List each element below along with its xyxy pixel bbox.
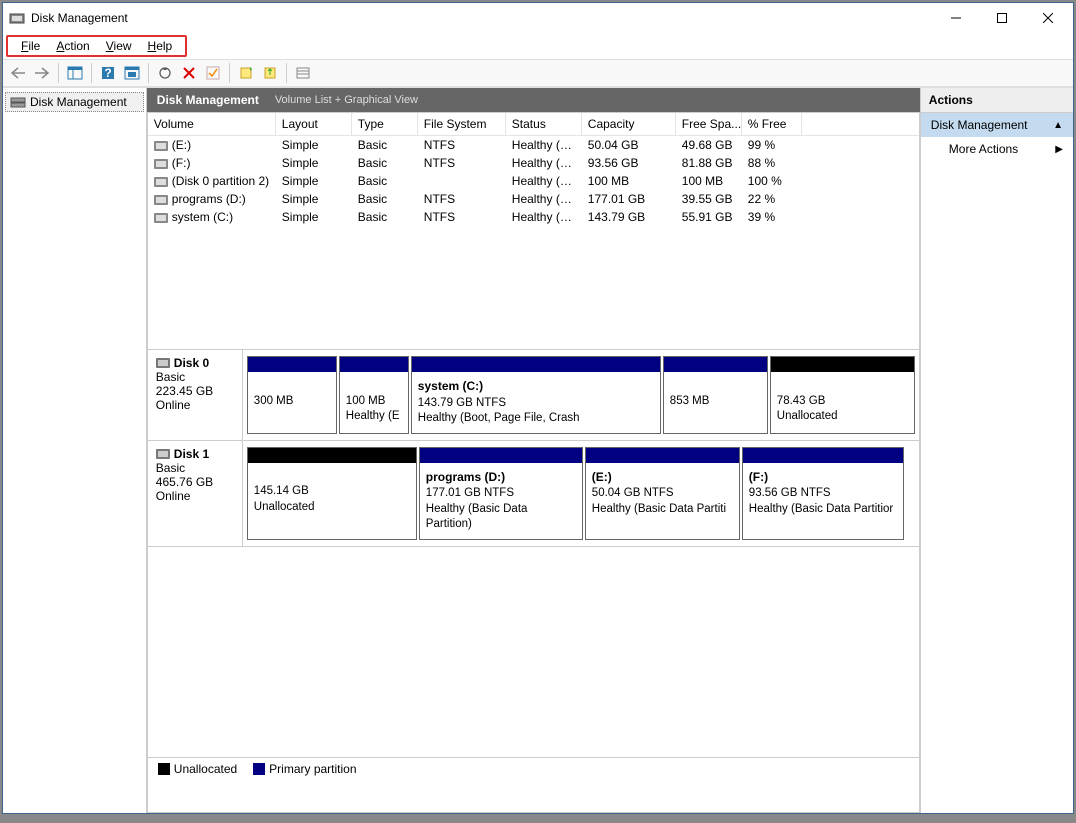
graphical-view: Disk 0Basic223.45 GBOnline300 MB100 MBHe…	[147, 350, 920, 813]
disk-row: Disk 1Basic465.76 GBOnline145.14 GBUnall…	[148, 441, 919, 547]
partition[interactable]: system (C:)143.79 GB NTFSHealthy (Boot, …	[411, 356, 661, 434]
app-icon	[9, 10, 25, 26]
window-title: Disk Management	[31, 11, 933, 25]
partition[interactable]: programs (D:)177.01 GB NTFSHealthy (Basi…	[419, 447, 583, 540]
partition[interactable]: 145.14 GBUnallocated	[247, 447, 417, 540]
attach-icon[interactable]	[259, 62, 281, 84]
menubar-highlight: File Action View Help	[6, 35, 187, 57]
center-title: Disk Management	[157, 93, 259, 107]
partition[interactable]: 853 MB	[663, 356, 768, 434]
disk-info[interactable]: Disk 1Basic465.76 GBOnline	[148, 441, 243, 546]
legend-primary: Primary partition	[253, 762, 356, 776]
window-frame: Disk Management File Action View Help ?	[2, 2, 1074, 814]
menu-action[interactable]: Action	[48, 37, 97, 55]
volume-icon	[154, 177, 168, 187]
volume-icon	[154, 159, 168, 169]
list-icon[interactable]	[292, 62, 314, 84]
toolbar: ?	[3, 59, 1073, 87]
disk-icon	[156, 449, 170, 459]
back-button[interactable]	[7, 62, 29, 84]
col-freespace[interactable]: Free Spa...	[676, 113, 742, 135]
refresh-icon[interactable]	[154, 62, 176, 84]
table-header-row: Volume Layout Type File System Status Ca…	[148, 113, 919, 136]
tree-root-label: Disk Management	[30, 95, 127, 109]
table-row[interactable]: (Disk 0 partition 2)SimpleBasicHealthy (…	[148, 172, 919, 190]
disk-info[interactable]: Disk 0Basic223.45 GBOnline	[148, 350, 243, 440]
volume-icon	[154, 141, 168, 151]
partition[interactable]: 300 MB	[247, 356, 337, 434]
partition[interactable]: (E:)50.04 GB NTFSHealthy (Basic Data Par…	[585, 447, 740, 540]
menu-file[interactable]: File	[13, 37, 48, 55]
disk-icon	[156, 358, 170, 368]
table-row[interactable]: programs (D:)SimpleBasicNTFSHealthy (B..…	[148, 190, 919, 208]
col-volume[interactable]: Volume	[148, 113, 276, 135]
disk-row: Disk 0Basic223.45 GBOnline300 MB100 MBHe…	[148, 350, 919, 441]
tree-root-disk-management[interactable]: Disk Management	[5, 92, 144, 112]
col-filesystem[interactable]: File System	[418, 113, 506, 135]
actions-more[interactable]: More Actions ▶	[921, 137, 1073, 161]
col-layout[interactable]: Layout	[276, 113, 352, 135]
actions-pane: Actions Disk Management ▲ More Actions ▶	[920, 88, 1073, 813]
partition[interactable]: (F:)93.56 GB NTFSHealthy (Basic Data Par…	[742, 447, 904, 540]
actions-disk-management[interactable]: Disk Management ▲	[921, 113, 1073, 137]
delete-icon[interactable]	[178, 62, 200, 84]
center-subtitle: Volume List + Graphical View	[275, 94, 418, 106]
show-hide-tree-button[interactable]	[64, 62, 86, 84]
table-row[interactable]: (E:)SimpleBasicNTFSHealthy (B...50.04 GB…	[148, 136, 919, 154]
titlebar: Disk Management	[3, 3, 1073, 33]
close-button[interactable]	[1025, 3, 1071, 33]
legend: Unallocated Primary partition	[148, 757, 919, 780]
partition[interactable]: 100 MBHealthy (E	[339, 356, 409, 434]
volume-icon	[154, 195, 168, 205]
svg-text:?: ?	[104, 66, 111, 80]
checklist-icon[interactable]	[202, 62, 224, 84]
new-icon[interactable]	[235, 62, 257, 84]
table-row[interactable]: system (C:)SimpleBasicNTFSHealthy (B...1…	[148, 208, 919, 226]
menu-help[interactable]: Help	[140, 37, 181, 55]
submenu-arrow-icon: ▶	[1055, 144, 1063, 155]
partition[interactable]: 78.43 GBUnallocated	[770, 356, 915, 434]
minimize-button[interactable]	[933, 3, 979, 33]
collapse-arrow-icon: ▲	[1053, 120, 1063, 131]
volume-icon	[154, 213, 168, 223]
menu-view[interactable]: View	[98, 37, 140, 55]
forward-button[interactable]	[31, 62, 53, 84]
col-capacity[interactable]: Capacity	[582, 113, 676, 135]
col-pctfree[interactable]: % Free	[742, 113, 802, 135]
disk-mgmt-icon	[10, 95, 26, 109]
center-pane: Disk Management Volume List + Graphical …	[147, 88, 920, 813]
center-header: Disk Management Volume List + Graphical …	[147, 88, 920, 112]
help-button[interactable]: ?	[97, 62, 119, 84]
col-spacer	[802, 113, 919, 135]
actions-title: Actions	[921, 88, 1073, 113]
tree-pane: Disk Management	[3, 88, 147, 813]
volume-list: Volume Layout Type File System Status Ca…	[147, 112, 920, 350]
maximize-button[interactable]	[979, 3, 1025, 33]
settings-button[interactable]	[121, 62, 143, 84]
legend-unallocated: Unallocated	[158, 762, 237, 776]
col-type[interactable]: Type	[352, 113, 418, 135]
col-status[interactable]: Status	[506, 113, 582, 135]
table-row[interactable]: (F:)SimpleBasicNTFSHealthy (B...93.56 GB…	[148, 154, 919, 172]
